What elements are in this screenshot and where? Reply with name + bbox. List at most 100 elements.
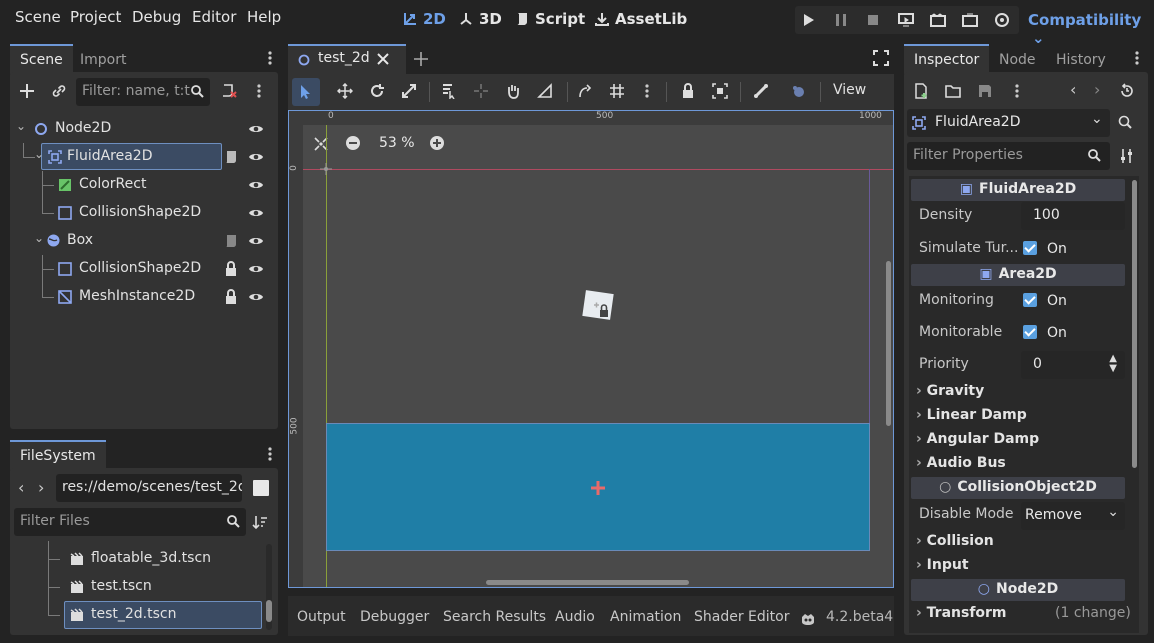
split-view-icon[interactable]: [253, 480, 269, 496]
tree-item-fluidarea2d[interactable]: ⌄ FluidArea2D: [10, 143, 272, 171]
workspace-2d-button[interactable]: 2D: [402, 10, 446, 28]
bone-icon[interactable]: [753, 83, 769, 99]
forward-icon[interactable]: ›: [38, 478, 44, 497]
tab-shader-editor[interactable]: Shader Editor: [694, 609, 789, 625]
snap-options-icon[interactable]: [645, 83, 649, 99]
add-node-icon[interactable]: [18, 82, 36, 100]
menu-editor[interactable]: Editor: [192, 8, 236, 26]
grid-snap-icon[interactable]: [609, 83, 625, 99]
section-collisionobject2d[interactable]: ○ CollisionObject2D: [911, 477, 1125, 499]
node-selector[interactable]: FluidArea2D ⌄: [907, 109, 1110, 137]
section-area2d[interactable]: ▣ Area2D: [911, 264, 1125, 286]
prop-monitorable-checkbox[interactable]: On: [1023, 325, 1067, 341]
workspace-3d-button[interactable]: 3D: [458, 10, 502, 28]
open-folder-icon[interactable]: [945, 83, 961, 99]
movie-maker-icon[interactable]: [993, 12, 1011, 28]
tree-item-meshinstance2d[interactable]: MeshInstance2D: [10, 283, 272, 311]
play-scene-icon[interactable]: [929, 12, 947, 28]
history-back-icon[interactable]: ‹: [1070, 80, 1076, 99]
play-icon[interactable]: [801, 12, 817, 28]
script-icon[interactable]: [224, 149, 238, 165]
workspace-assetlib-button[interactable]: AssetLib: [594, 10, 687, 28]
section-fluidarea2d[interactable]: ▣ FluidArea2D: [911, 179, 1125, 201]
group-collision[interactable]: › Collision: [916, 533, 994, 549]
files-filter-input[interactable]: Filter Files: [14, 508, 246, 536]
ruler-icon[interactable]: [537, 83, 553, 99]
tab-node[interactable]: Node: [989, 44, 1046, 74]
tab-animation[interactable]: Animation: [610, 609, 681, 625]
visibility-eye-icon[interactable]: [248, 290, 264, 304]
lock-icon[interactable]: [224, 261, 238, 277]
menu-project[interactable]: Project: [70, 8, 121, 26]
distraction-free-icon[interactable]: [873, 50, 889, 66]
select-tool-button[interactable]: [292, 78, 320, 106]
tree-item-collisionshape2d[interactable]: CollisionShape2D: [10, 199, 272, 227]
tree-item-node2d[interactable]: ⌄ Node2D: [10, 115, 272, 143]
play-custom-scene-icon[interactable]: [961, 12, 979, 28]
menu-debug[interactable]: Debug: [132, 8, 181, 26]
visibility-eye-icon[interactable]: [248, 178, 264, 192]
scrollbar-thumb[interactable]: [266, 600, 272, 622]
prop-monitoring-checkbox[interactable]: On: [1023, 293, 1067, 309]
move-icon[interactable]: [337, 83, 353, 99]
tab-debugger[interactable]: Debugger: [360, 609, 429, 625]
vertical-scrollbar[interactable]: [886, 261, 891, 426]
lock-icon[interactable]: [681, 83, 695, 99]
smart-snap-icon[interactable]: [578, 83, 594, 99]
prop-disable-mode-select[interactable]: Remove ⌄: [1021, 502, 1125, 530]
menu-help[interactable]: Help: [247, 8, 281, 26]
save-icon[interactable]: [977, 83, 993, 99]
visibility-eye-icon[interactable]: [248, 122, 264, 136]
close-icon[interactable]: [377, 53, 389, 65]
view-menu-button[interactable]: View: [833, 82, 866, 98]
chevron-down-icon[interactable]: ⌄: [34, 147, 44, 161]
property-tools-icon[interactable]: [1119, 148, 1135, 164]
rotate-icon[interactable]: [369, 83, 385, 99]
visibility-eye-icon[interactable]: [248, 150, 264, 164]
stepper-icon[interactable]: ▲ ▼: [1109, 354, 1117, 374]
menu-scene[interactable]: Scene: [15, 8, 61, 26]
tree-item-colorrect[interactable]: ColorRect: [10, 171, 272, 199]
visibility-eye-icon[interactable]: [248, 206, 264, 220]
filter-properties-input[interactable]: Filter Properties: [907, 142, 1110, 170]
renderer-select[interactable]: Compatibility ⌄: [1028, 11, 1154, 47]
scene-menu-icon[interactable]: [252, 82, 266, 100]
tab-history[interactable]: History: [1046, 44, 1116, 74]
tab-test-2d[interactable]: test_2d: [288, 44, 406, 74]
dock-menu-icon[interactable]: [262, 50, 278, 66]
tab-audio[interactable]: Audio: [555, 609, 595, 625]
tab-scene[interactable]: Scene: [10, 44, 73, 74]
zoom-out-icon[interactable]: [345, 135, 361, 151]
pan-hand-icon[interactable]: [505, 83, 521, 99]
list-select-icon[interactable]: [441, 83, 457, 99]
docs-search-icon[interactable]: [1118, 115, 1136, 131]
prop-density-field[interactable]: 100: [1021, 202, 1125, 230]
group-transform[interactable]: › Transform: [916, 605, 1007, 621]
visibility-eye-icon[interactable]: [248, 262, 264, 276]
workspace-script-button[interactable]: Script: [514, 10, 585, 28]
visibility-eye-icon[interactable]: [248, 234, 264, 248]
chevron-down-icon[interactable]: ⌄: [34, 231, 44, 245]
script-icon[interactable]: [224, 233, 238, 249]
more-icon[interactable]: [1015, 83, 1019, 99]
dock-menu-icon[interactable]: [1135, 50, 1139, 66]
lock-icon[interactable]: [224, 289, 238, 305]
remote-debug-icon[interactable]: [897, 12, 915, 28]
scrollbar[interactable]: [266, 544, 272, 630]
back-icon[interactable]: ‹: [18, 478, 24, 497]
group-linear-damp[interactable]: › Linear Damp: [916, 407, 1027, 423]
dock-menu-icon[interactable]: [262, 446, 278, 462]
stop-icon[interactable]: [865, 12, 881, 28]
new-resource-icon[interactable]: [913, 83, 929, 99]
chevron-down-icon[interactable]: ⌄: [16, 119, 26, 133]
group-input[interactable]: › Input: [916, 557, 969, 573]
zoom-in-icon[interactable]: [429, 135, 445, 151]
tab-inspector[interactable]: Inspector: [904, 44, 990, 74]
prop-priority-spinbox[interactable]: 0 ▲ ▼: [1021, 351, 1125, 379]
attach-script-icon[interactable]: [220, 82, 238, 100]
tab-filesystem[interactable]: FileSystem: [10, 440, 106, 470]
particles-icon[interactable]: [791, 83, 807, 99]
horizontal-scrollbar[interactable]: [486, 580, 689, 585]
sort-icon[interactable]: [252, 514, 268, 530]
group-angular-damp[interactable]: › Angular Damp: [916, 431, 1039, 447]
